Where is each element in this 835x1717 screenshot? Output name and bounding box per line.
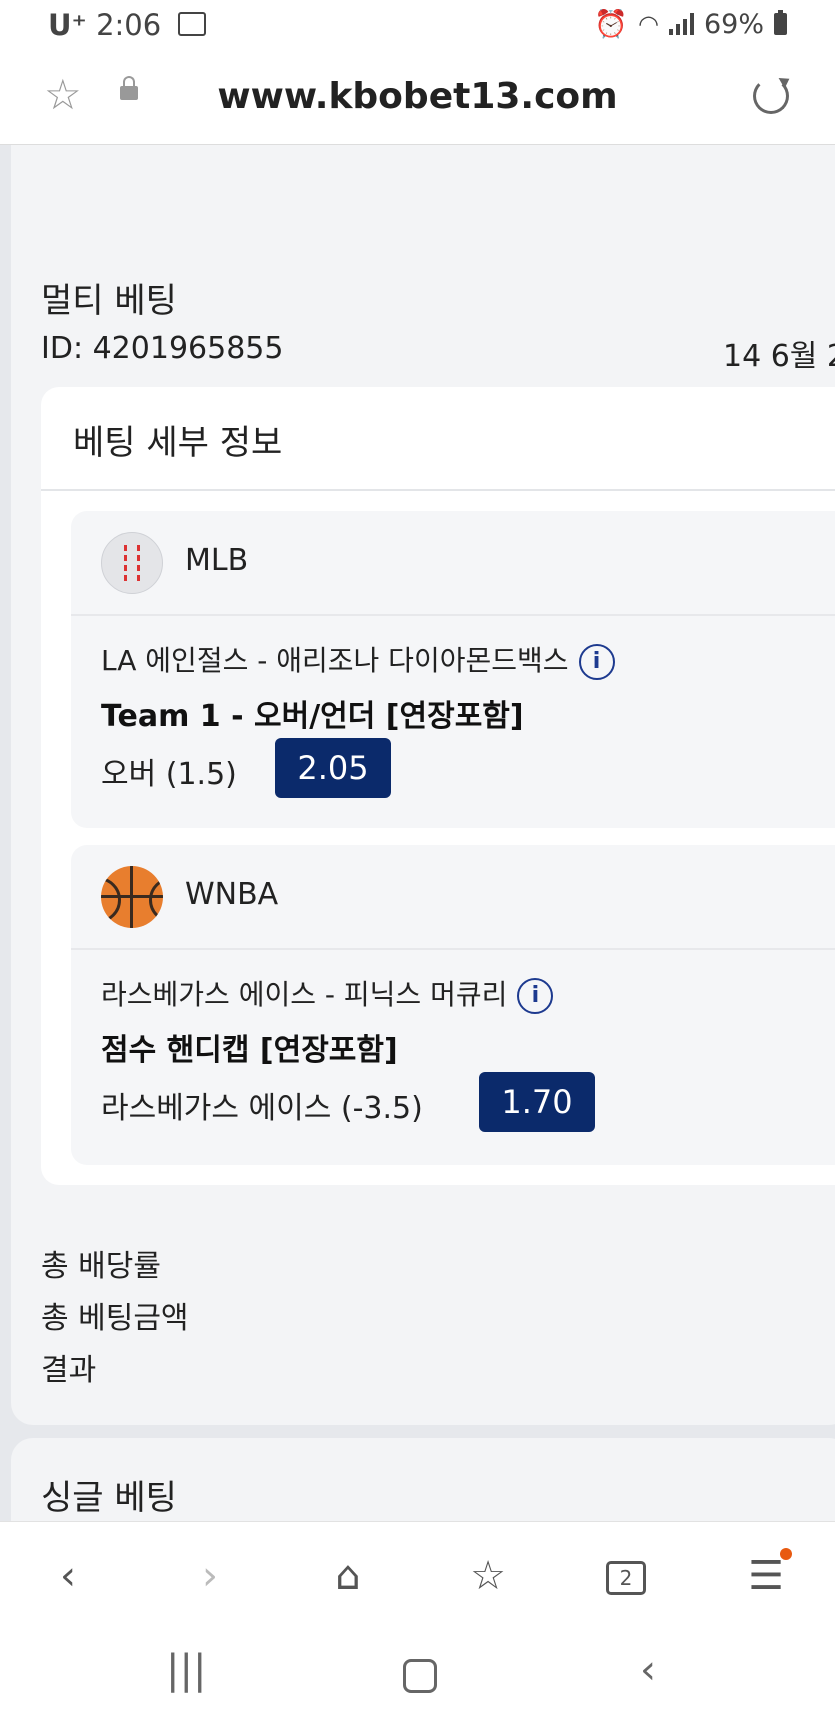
bet-date: 14 6월 2 [723, 339, 835, 374]
single-bet-card: 싱글 베팅 [11, 1438, 835, 1521]
bet-item: WNBA 라스베가스 에이스 - 피닉스 머큐리 i 점수 핸디캡 [연장포함] … [71, 845, 835, 1165]
total-odds-label: 총 배당률 [41, 1249, 161, 1284]
bet-item-header: MLB [71, 511, 835, 616]
sport-name: MLB [185, 543, 249, 578]
notification-badge [780, 1548, 792, 1560]
home-icon[interactable]: ⌂ [318, 1546, 378, 1606]
bet-details-header[interactable]: 베팅 세부 정보 [41, 387, 835, 491]
basketball-icon [101, 866, 163, 928]
selection-label: 오버 (1.5) [101, 757, 237, 792]
menu-icon[interactable]: ☰ [736, 1546, 796, 1606]
battery-icon [774, 10, 787, 35]
signal-icon [668, 13, 694, 35]
status-left: U⁺ 2:06 [48, 8, 207, 42]
browser-address-bar: ☆ www.kbobet13.com [0, 52, 835, 145]
bet-details-panel: 베팅 세부 정보 MLB LA 에인절스 - 애리조나 다이아몬드백스 i Tea… [41, 387, 835, 1185]
status-bar: U⁺ 2:06 ⏰ ◠ 69% [0, 0, 835, 52]
market-name: 점수 핸디캡 [연장포함] [101, 1033, 398, 1068]
system-home-icon[interactable] [403, 1659, 437, 1693]
system-back-icon[interactable]: ‹ [640, 1647, 656, 1693]
result-label: 결과 [41, 1353, 97, 1388]
url-text[interactable]: www.kbobet13.com [0, 76, 835, 117]
odds-badge: 1.70 [479, 1072, 595, 1132]
match-name-text: 라스베가스 에이스 - 피닉스 머큐리 [101, 978, 508, 1011]
selection-label: 라스베가스 에이스 (-3.5) [101, 1091, 423, 1126]
info-icon[interactable]: i [578, 644, 615, 680]
clock: 2:06 [96, 8, 162, 42]
image-notification-icon [178, 12, 207, 36]
bet-id: ID: 4201965855 [41, 331, 284, 366]
bet-item-header: WNBA [71, 845, 835, 950]
status-right: ⏰ ◠ 69% [594, 8, 787, 40]
single-bet-title: 싱글 베팅 [41, 1478, 177, 1518]
alarm-icon: ⏰ [594, 9, 629, 40]
reload-icon[interactable] [753, 78, 789, 114]
sport-name: WNBA [185, 877, 279, 912]
wifi-icon: ◠ [638, 10, 659, 38]
carrier-label: U⁺ [48, 8, 87, 42]
tabs-button[interactable]: 2 [596, 1546, 656, 1606]
browser-bottom-nav: ‹ › ⌂ ☆ 2 ☰ [0, 1521, 835, 1630]
recent-apps-icon[interactable]: ||| [166, 1647, 206, 1693]
back-chevron-icon[interactable]: ‹ [38, 1546, 98, 1606]
bet-details-title: 베팅 세부 정보 [73, 423, 283, 463]
info-icon[interactable]: i [517, 978, 554, 1014]
baseball-icon [101, 532, 163, 594]
odds-badge: 2.05 [275, 738, 391, 798]
match-name: LA 에인절스 - 애리조나 다이아몬드백스 i [101, 639, 615, 680]
tabs-count: 2 [606, 1561, 646, 1595]
system-nav-bar: ||| ‹ [0, 1629, 835, 1717]
match-name-text: LA 에인절스 - 애리조나 다이아몬드백스 [101, 644, 569, 677]
forward-chevron-icon[interactable]: › [180, 1546, 240, 1606]
multi-bet-title: 멀티 베팅 [41, 281, 177, 321]
bookmarks-icon[interactable]: ☆ [458, 1546, 518, 1606]
multi-bet-card: 멀티 베팅 ID: 4201965855 14 6월 2 베팅 세부 정보 ML… [11, 241, 835, 1425]
battery-percent: 69% [703, 8, 764, 40]
match-name: 라스베가스 에이스 - 피닉스 머큐리 i [101, 973, 554, 1014]
bet-item: MLB LA 에인절스 - 애리조나 다이아몬드백스 i Team 1 - 오버/… [71, 511, 835, 828]
total-stake-label: 총 베팅금액 [41, 1301, 189, 1336]
page-content[interactable]: 결과 멀티 베팅 ID: 4201965855 14 6월 2 베팅 세부 정보… [0, 145, 835, 1521]
market-name: Team 1 - 오버/언더 [연장포함] [101, 699, 524, 734]
